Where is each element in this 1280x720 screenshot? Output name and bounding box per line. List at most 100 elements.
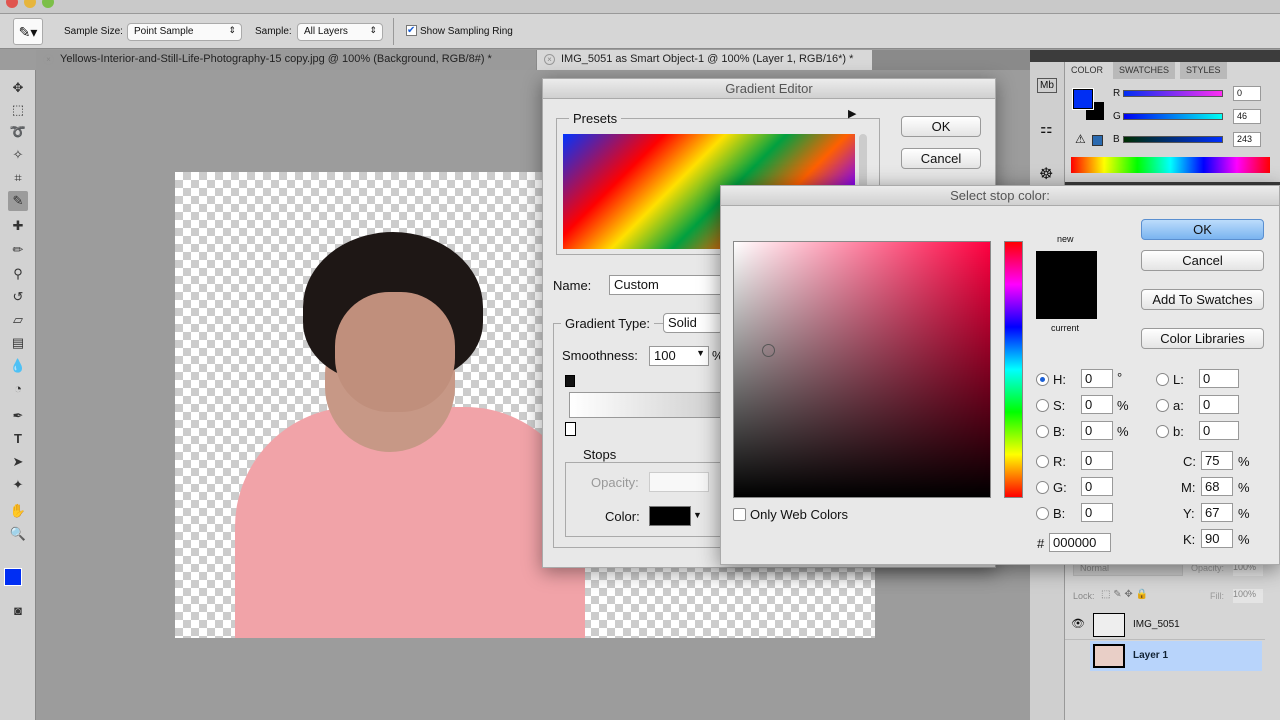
history-brush-tool-icon[interactable]: ↺ xyxy=(8,287,28,307)
move-tool-icon[interactable]: ✥ xyxy=(8,78,28,98)
foreground-color-swatch[interactable] xyxy=(4,568,22,586)
h-radio[interactable] xyxy=(1036,373,1049,386)
show-ring-checkbox[interactable]: ✔ xyxy=(406,25,417,36)
tab-swatches[interactable]: SWATCHES xyxy=(1113,62,1176,79)
picker-ok-button[interactable]: OK xyxy=(1141,219,1264,240)
dropdown-arrow-icon[interactable]: ▼ xyxy=(696,348,705,358)
smoothness-input[interactable]: 100 ▼ xyxy=(649,346,709,366)
quick-mask-icon[interactable]: ◙ xyxy=(8,601,28,621)
history-icon[interactable]: ⚏ xyxy=(1040,120,1053,137)
dropdown-arrow-icon[interactable]: ▼ xyxy=(693,510,702,520)
brush-tool-icon[interactable]: ✏ xyxy=(8,240,28,260)
only-web-colors-checkbox[interactable] xyxy=(733,508,746,521)
tab-styles[interactable]: STYLES xyxy=(1180,62,1227,79)
healing-brush-tool-icon[interactable]: ✚ xyxy=(8,216,28,236)
close-tab-icon[interactable]: × xyxy=(544,54,555,65)
zoom-window-button[interactable] xyxy=(42,0,54,8)
r-radio[interactable] xyxy=(1036,455,1049,468)
clone-stamp-tool-icon[interactable]: ⚲ xyxy=(8,264,28,284)
blue-input[interactable]: 0 xyxy=(1081,503,1113,522)
tab-img5051-document[interactable]: × IMG_5051 as Smart Object-1 @ 100% (Laye… xyxy=(537,50,872,70)
eyedropper-preset-picker[interactable]: ✎▾ xyxy=(13,18,43,45)
gradient-preview-bar[interactable] xyxy=(569,392,729,418)
gradient-tool-icon[interactable]: ▤ xyxy=(8,333,28,353)
gradient-type-select[interactable]: Solid xyxy=(663,313,723,333)
shape-tool-icon[interactable]: ✦ xyxy=(8,475,28,495)
sample-size-select[interactable]: Point Sample ⇕ xyxy=(127,23,242,41)
r-input[interactable]: 0 xyxy=(1233,86,1261,101)
g-input[interactable]: 0 xyxy=(1081,477,1113,496)
eraser-tool-icon[interactable]: ▱ xyxy=(8,310,28,330)
gradient-ok-button[interactable]: OK xyxy=(901,116,981,137)
gamut-color-swatch[interactable] xyxy=(1092,135,1103,146)
name-input[interactable]: Custom xyxy=(609,275,729,295)
close-window-button[interactable] xyxy=(6,0,18,8)
lasso-tool-icon[interactable]: ➰ xyxy=(8,122,28,142)
eyedropper-tool-icon[interactable]: ✎ xyxy=(8,191,28,211)
type-tool-icon[interactable]: T xyxy=(8,429,28,449)
l-input[interactable]: 0 xyxy=(1199,369,1239,388)
b-input[interactable]: 243 xyxy=(1233,132,1261,147)
g-slider[interactable] xyxy=(1123,113,1223,120)
pct-unit: % xyxy=(1238,454,1250,469)
pen-tool-icon[interactable]: ✒ xyxy=(8,406,28,426)
minimize-window-button[interactable] xyxy=(24,0,36,8)
hue-slider[interactable] xyxy=(1004,241,1023,498)
add-to-swatches-button[interactable]: Add To Swatches xyxy=(1141,289,1264,310)
crop-tool-icon[interactable]: ⌗ xyxy=(8,168,28,188)
s-radio[interactable] xyxy=(1036,399,1049,412)
tab-color[interactable]: COLOR xyxy=(1065,62,1110,79)
blur-tool-icon[interactable]: 💧 xyxy=(8,356,28,376)
saturation-brightness-field[interactable] xyxy=(733,241,991,498)
fill-input[interactable]: 100% xyxy=(1233,589,1263,603)
s-input[interactable]: 0 xyxy=(1081,395,1113,414)
lock-icons[interactable]: ⬚ ✎ ✥ 🔒 xyxy=(1101,589,1148,600)
lab-b-radio[interactable] xyxy=(1156,425,1169,438)
close-tab-icon[interactable]: × xyxy=(43,54,54,65)
gamut-warning-icon[interactable]: ⚠ xyxy=(1075,132,1086,146)
y-input[interactable]: 67 xyxy=(1201,503,1233,522)
h-input[interactable]: 0 xyxy=(1081,369,1113,388)
m-input[interactable]: 68 xyxy=(1201,477,1233,496)
gradient-cancel-button[interactable]: Cancel xyxy=(901,148,981,169)
c-input[interactable]: 75 xyxy=(1201,451,1233,470)
k-input[interactable]: 90 xyxy=(1201,529,1233,548)
layer-row-layer1[interactable]: Layer 1 xyxy=(1090,641,1262,671)
tab-yellows-document[interactable]: × Yellows-Interior-and-Still-Life-Photogr… xyxy=(36,50,536,70)
color-field-cursor[interactable] xyxy=(762,344,775,357)
hex-input[interactable]: 000000 xyxy=(1049,533,1111,552)
l-radio[interactable] xyxy=(1156,373,1169,386)
zoom-tool-icon[interactable]: 🔍 xyxy=(8,524,28,544)
sample-select[interactable]: All Layers ⇕ xyxy=(297,23,383,41)
marquee-tool-icon[interactable]: ⬚ xyxy=(8,100,28,120)
tab-label: IMG_5051 as Smart Object-1 @ 100% (Layer… xyxy=(561,53,854,65)
g-radio[interactable] xyxy=(1036,481,1049,494)
mini-bridge-icon[interactable]: Mb xyxy=(1037,78,1057,93)
brightness-input[interactable]: 0 xyxy=(1081,421,1113,440)
opacity-stop-marker[interactable] xyxy=(565,375,575,387)
foreground-color-swatch[interactable] xyxy=(1072,88,1094,110)
blue-radio[interactable] xyxy=(1036,507,1049,520)
picker-cancel-button[interactable]: Cancel xyxy=(1141,250,1264,271)
dodge-tool-icon[interactable]: ◔ xyxy=(8,379,28,399)
layer-row-img5051[interactable]: 👁 IMG_5051 xyxy=(1065,610,1265,640)
presets-menu-icon[interactable]: ▶ xyxy=(848,107,856,120)
color-stop-marker[interactable] xyxy=(565,422,576,436)
a-radio[interactable] xyxy=(1156,399,1169,412)
color-libraries-button[interactable]: Color Libraries xyxy=(1141,328,1264,349)
visibility-eye-icon[interactable]: 👁 xyxy=(1071,617,1085,630)
brightness-radio[interactable] xyxy=(1036,425,1049,438)
current-color-swatch[interactable] xyxy=(1036,286,1097,319)
quick-select-tool-icon[interactable]: ✧ xyxy=(8,145,28,165)
r-slider[interactable] xyxy=(1123,90,1223,97)
stop-color-swatch[interactable] xyxy=(649,506,691,526)
lab-b-input[interactable]: 0 xyxy=(1199,421,1239,440)
b-slider[interactable] xyxy=(1123,136,1223,143)
a-input[interactable]: 0 xyxy=(1199,395,1239,414)
g-input[interactable]: 46 xyxy=(1233,109,1261,124)
color-spectrum-ramp[interactable] xyxy=(1071,157,1270,173)
r-input[interactable]: 0 xyxy=(1081,451,1113,470)
path-select-tool-icon[interactable]: ➤ xyxy=(8,452,28,472)
actions-icon[interactable]: ☸ xyxy=(1039,164,1053,184)
hand-tool-icon[interactable]: ✋ xyxy=(8,501,28,521)
